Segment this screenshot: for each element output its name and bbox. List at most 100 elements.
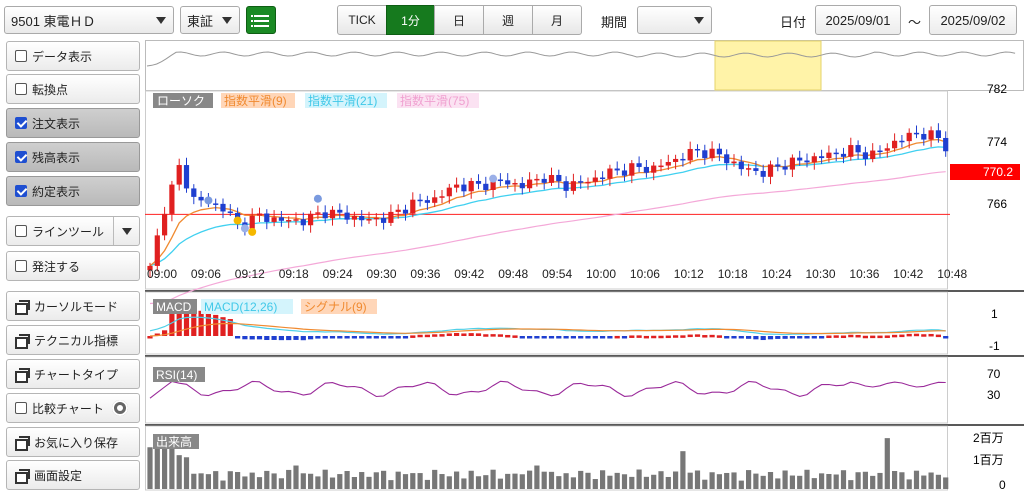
candle-body — [935, 130, 941, 138]
macd-histogram-bar — [446, 333, 452, 336]
toggle-pivot[interactable]: 転換点 — [6, 74, 140, 104]
gear-icon[interactable] — [111, 400, 128, 416]
volume-bar — [475, 476, 482, 489]
candle-body — [337, 209, 343, 213]
cursor-mode-button[interactable]: カーソルモード — [6, 291, 140, 321]
macd-histogram-bar — [235, 336, 241, 339]
candle-body — [439, 196, 445, 198]
volume-bar — [862, 471, 868, 489]
candle-body — [870, 150, 876, 160]
macd-histogram-bar — [475, 333, 482, 336]
technical-indicator-button[interactable]: テクニカル指標 — [6, 325, 140, 355]
candle-body — [687, 148, 693, 161]
toggle-data-display-label: データ表示 — [32, 49, 93, 64]
candle-body — [344, 212, 350, 220]
interval-1min[interactable]: 1分 — [386, 5, 435, 35]
macd-histogram-bar — [483, 334, 489, 337]
interval-day[interactable]: 日 — [434, 5, 484, 35]
candle-body — [928, 130, 934, 140]
volume-bar — [512, 473, 518, 489]
candle-body — [665, 161, 671, 166]
candle-body — [446, 187, 452, 197]
macd-histogram-bar — [344, 336, 350, 339]
screen-settings-button[interactable]: 画面設定 — [6, 460, 140, 490]
candle-body — [176, 165, 182, 185]
macd-histogram-bar — [811, 336, 817, 339]
macd-histogram-bar — [913, 333, 920, 337]
favorite-save-button[interactable]: お気に入り保存 — [6, 427, 140, 457]
macd-histogram-bar — [432, 334, 438, 337]
chart-area[interactable]: 09:00 09:06 09:12 09:18 09:24 09:30 09:36 09:42… — [145, 40, 1024, 491]
volume-bar — [899, 472, 905, 489]
volume-bar — [716, 474, 722, 489]
toggle-compare-chart-label: 比較チャート — [32, 401, 104, 416]
candle-body — [716, 148, 722, 155]
candle-body — [373, 217, 379, 220]
x-axis-tick-label: 10:18 — [718, 267, 748, 281]
toggle-order-label: 発注する — [32, 259, 81, 274]
candle-body — [395, 209, 401, 212]
technical-indicator-label: テクニカル指標 — [34, 333, 119, 348]
toggle-balance-display[interactable]: 残高表示 — [6, 142, 140, 172]
volume-bar — [534, 465, 540, 489]
macd-histogram-bar — [381, 336, 387, 339]
macd-histogram-bar — [600, 336, 606, 339]
x-axis-tick-label: 10:30 — [806, 267, 836, 281]
macd-histogram-bar — [673, 335, 679, 338]
list-menu-button[interactable] — [246, 6, 276, 34]
macd-histogram-bar — [840, 335, 847, 339]
period-select[interactable] — [637, 6, 712, 34]
macd-histogram-bar — [943, 336, 949, 339]
macd-histogram-bar — [300, 336, 306, 341]
toggle-compare-chart[interactable]: 比較チャート — [6, 393, 140, 423]
toggle-order-display[interactable]: 注文表示 — [6, 108, 140, 138]
rsi-panel[interactable] — [145, 356, 948, 424]
navigator-panel[interactable] — [145, 40, 1024, 91]
toggle-data-display[interactable]: データ表示 — [6, 41, 140, 71]
date-from-input[interactable]: 2025/09/01 — [815, 5, 901, 35]
macd-histogram-bar — [351, 336, 357, 339]
candle-body — [315, 212, 321, 214]
candle-body — [293, 219, 299, 221]
date-to-input[interactable]: 2025/09/02 — [929, 5, 1017, 35]
candle-body — [475, 181, 482, 184]
toggle-pivot-label: 転換点 — [32, 82, 69, 97]
volume-bar — [935, 474, 941, 489]
volume-bar — [264, 470, 270, 489]
navigator-selection[interactable] — [714, 40, 822, 91]
toggle-line-tool[interactable]: ラインツール — [6, 216, 140, 246]
execution-marker — [240, 224, 249, 233]
candle-body — [300, 219, 306, 226]
market-select[interactable]: 東証 — [180, 6, 240, 34]
volume-bar — [804, 469, 810, 489]
volume-tick-1m: 1百万 — [973, 453, 1004, 467]
volume-bar — [402, 474, 409, 489]
volume-bar — [913, 470, 920, 489]
macd-histogram-bar — [249, 336, 255, 340]
toggle-execution-display[interactable]: 約定表示 — [6, 176, 140, 206]
candle-body — [432, 197, 438, 203]
macd-histogram-bar — [643, 335, 649, 339]
candle-body — [322, 212, 328, 219]
macd-histogram-bar — [337, 336, 343, 339]
volume-bar — [278, 478, 284, 489]
volume-bar — [432, 469, 438, 489]
volume-bar — [775, 478, 781, 489]
volume-bar — [344, 471, 350, 489]
chevron-down-icon[interactable] — [113, 217, 139, 245]
volume-bar — [417, 473, 423, 489]
candle-body — [848, 145, 854, 157]
chart-type-button[interactable]: チャートタイプ — [6, 359, 140, 389]
macd-histogram-bar — [366, 336, 372, 339]
stock-select[interactable]: 9501 東電ＨＤ — [4, 6, 174, 34]
volume-bar — [337, 474, 343, 489]
candle-body — [249, 215, 255, 229]
interval-month[interactable]: 月 — [532, 5, 582, 35]
interval-tick[interactable]: TICK — [337, 5, 387, 35]
macd-histogram-bar — [286, 336, 292, 341]
legend-macd: MACD — [156, 300, 192, 314]
toggle-order[interactable]: 発注する — [6, 251, 140, 281]
volume-bar — [614, 472, 620, 489]
interval-week[interactable]: 週 — [483, 5, 533, 35]
volume-bar — [308, 473, 314, 489]
